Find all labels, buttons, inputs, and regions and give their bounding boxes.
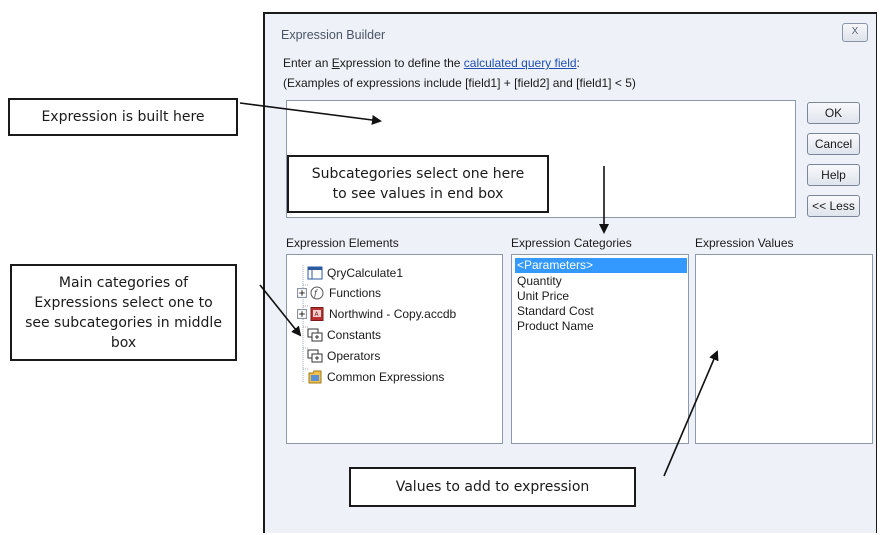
arrow-values-to-add <box>663 350 719 477</box>
arrow-main-categories <box>259 284 302 337</box>
arrow-expression-built <box>239 102 382 125</box>
annotation-arrows <box>239 102 719 477</box>
